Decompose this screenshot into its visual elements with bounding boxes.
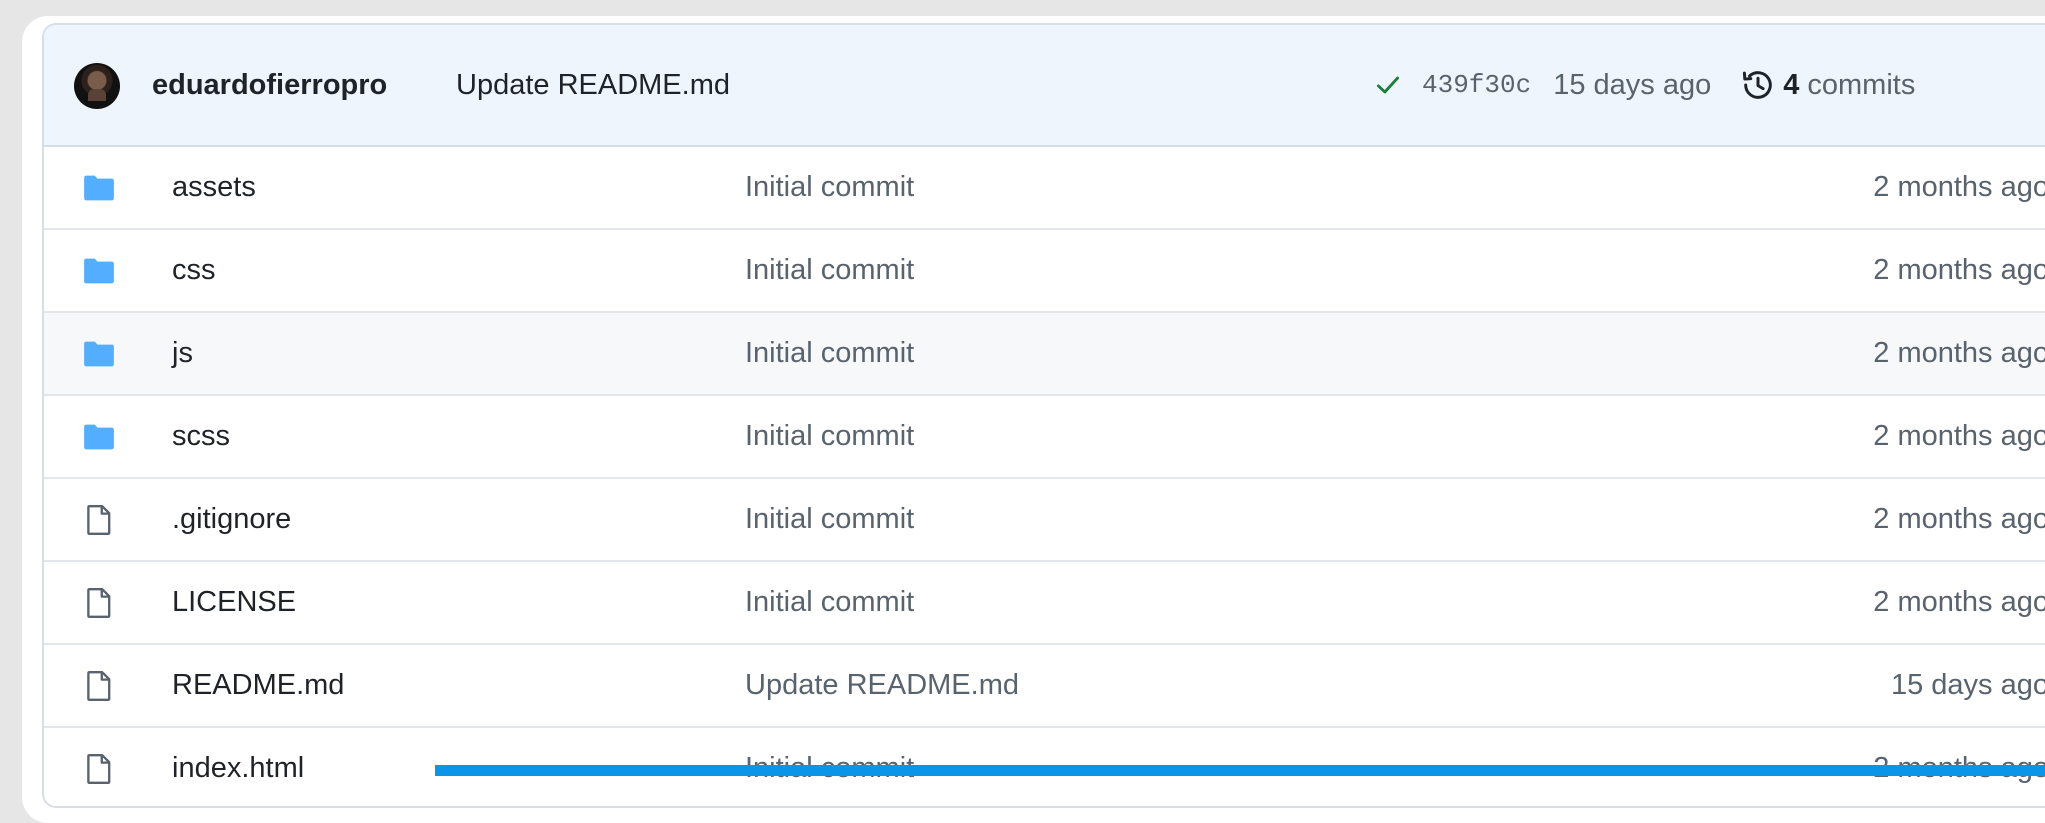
file-browser-panel: eduardofierropro Update README.md 439f30… — [42, 23, 2045, 808]
commit-time: 15 days ago — [1553, 68, 1712, 101]
file-commit-date: 2 months ago — [1873, 586, 2045, 618]
file-icon — [87, 671, 111, 701]
file-icon — [87, 754, 111, 784]
file-name-link[interactable]: css — [172, 230, 216, 311]
file-commit-date: 2 months ago — [1873, 503, 2045, 535]
file-commit-message-link[interactable]: Initial commit — [745, 313, 914, 394]
file-icon — [87, 505, 111, 535]
commit-meta: 439f30c 15 days ago 4 commits — [1374, 25, 2045, 145]
highlight-underline-bar — [435, 765, 2045, 776]
commit-sha-link[interactable]: 439f30c — [1422, 70, 1531, 100]
file-name-link[interactable]: assets — [172, 147, 256, 228]
file-commit-date: 2 months ago — [1873, 254, 2045, 286]
file-row[interactable]: LICENSE Initial commit 2 months ago — [44, 562, 2045, 645]
file-name-link[interactable]: LICENSE — [172, 562, 296, 643]
file-commit-date: 15 days ago — [1890, 669, 2045, 701]
file-row[interactable]: scss Initial commit 2 months ago — [44, 396, 2045, 479]
file-commit-date: 2 months ago — [1873, 171, 2045, 203]
folder-icon — [84, 258, 114, 284]
file-commit-message-link[interactable]: Initial commit — [745, 230, 914, 311]
file-commit-message-link[interactable]: Initial commit — [745, 396, 914, 477]
commits-count[interactable]: 4 — [1783, 69, 1799, 102]
file-row[interactable]: js Initial commit 2 months ago — [44, 313, 2045, 396]
file-icon — [87, 588, 111, 618]
folder-icon — [84, 424, 114, 450]
author-avatar[interactable] — [74, 63, 120, 109]
file-commit-message-link[interactable]: Update README.md — [745, 645, 1019, 726]
commits-label[interactable]: commits — [1807, 69, 1915, 102]
file-name-link[interactable]: .gitignore — [172, 479, 291, 560]
file-row[interactable]: README.md Update README.md 15 days ago — [44, 645, 2045, 728]
file-name-link[interactable]: index.html — [172, 728, 304, 806]
commit-author-link[interactable]: eduardofierropro — [152, 25, 387, 145]
file-commit-message-link[interactable]: Initial commit — [745, 479, 914, 560]
file-list: assets Initial commit 2 months ago css I… — [44, 147, 2045, 806]
folder-icon — [84, 341, 114, 367]
file-commit-date: 2 months ago — [1873, 420, 2045, 452]
latest-commit-header: eduardofierropro Update README.md 439f30… — [44, 25, 2045, 147]
file-row[interactable]: .gitignore Initial commit 2 months ago — [44, 479, 2045, 562]
file-commit-message-link[interactable]: Initial commit — [745, 147, 914, 228]
file-commit-message-link[interactable]: Initial commit — [745, 562, 914, 643]
file-name-link[interactable]: scss — [172, 396, 230, 477]
history-icon — [1743, 71, 1773, 99]
file-name-link[interactable]: js — [172, 313, 193, 394]
file-name-link[interactable]: README.md — [172, 645, 344, 726]
file-row[interactable]: css Initial commit 2 months ago — [44, 230, 2045, 313]
file-commit-date: 2 months ago — [1873, 337, 2045, 369]
check-icon — [1376, 76, 1400, 94]
file-row[interactable]: assets Initial commit 2 months ago — [44, 147, 2045, 230]
commit-message-link[interactable]: Update README.md — [456, 25, 730, 145]
folder-icon — [84, 175, 114, 201]
